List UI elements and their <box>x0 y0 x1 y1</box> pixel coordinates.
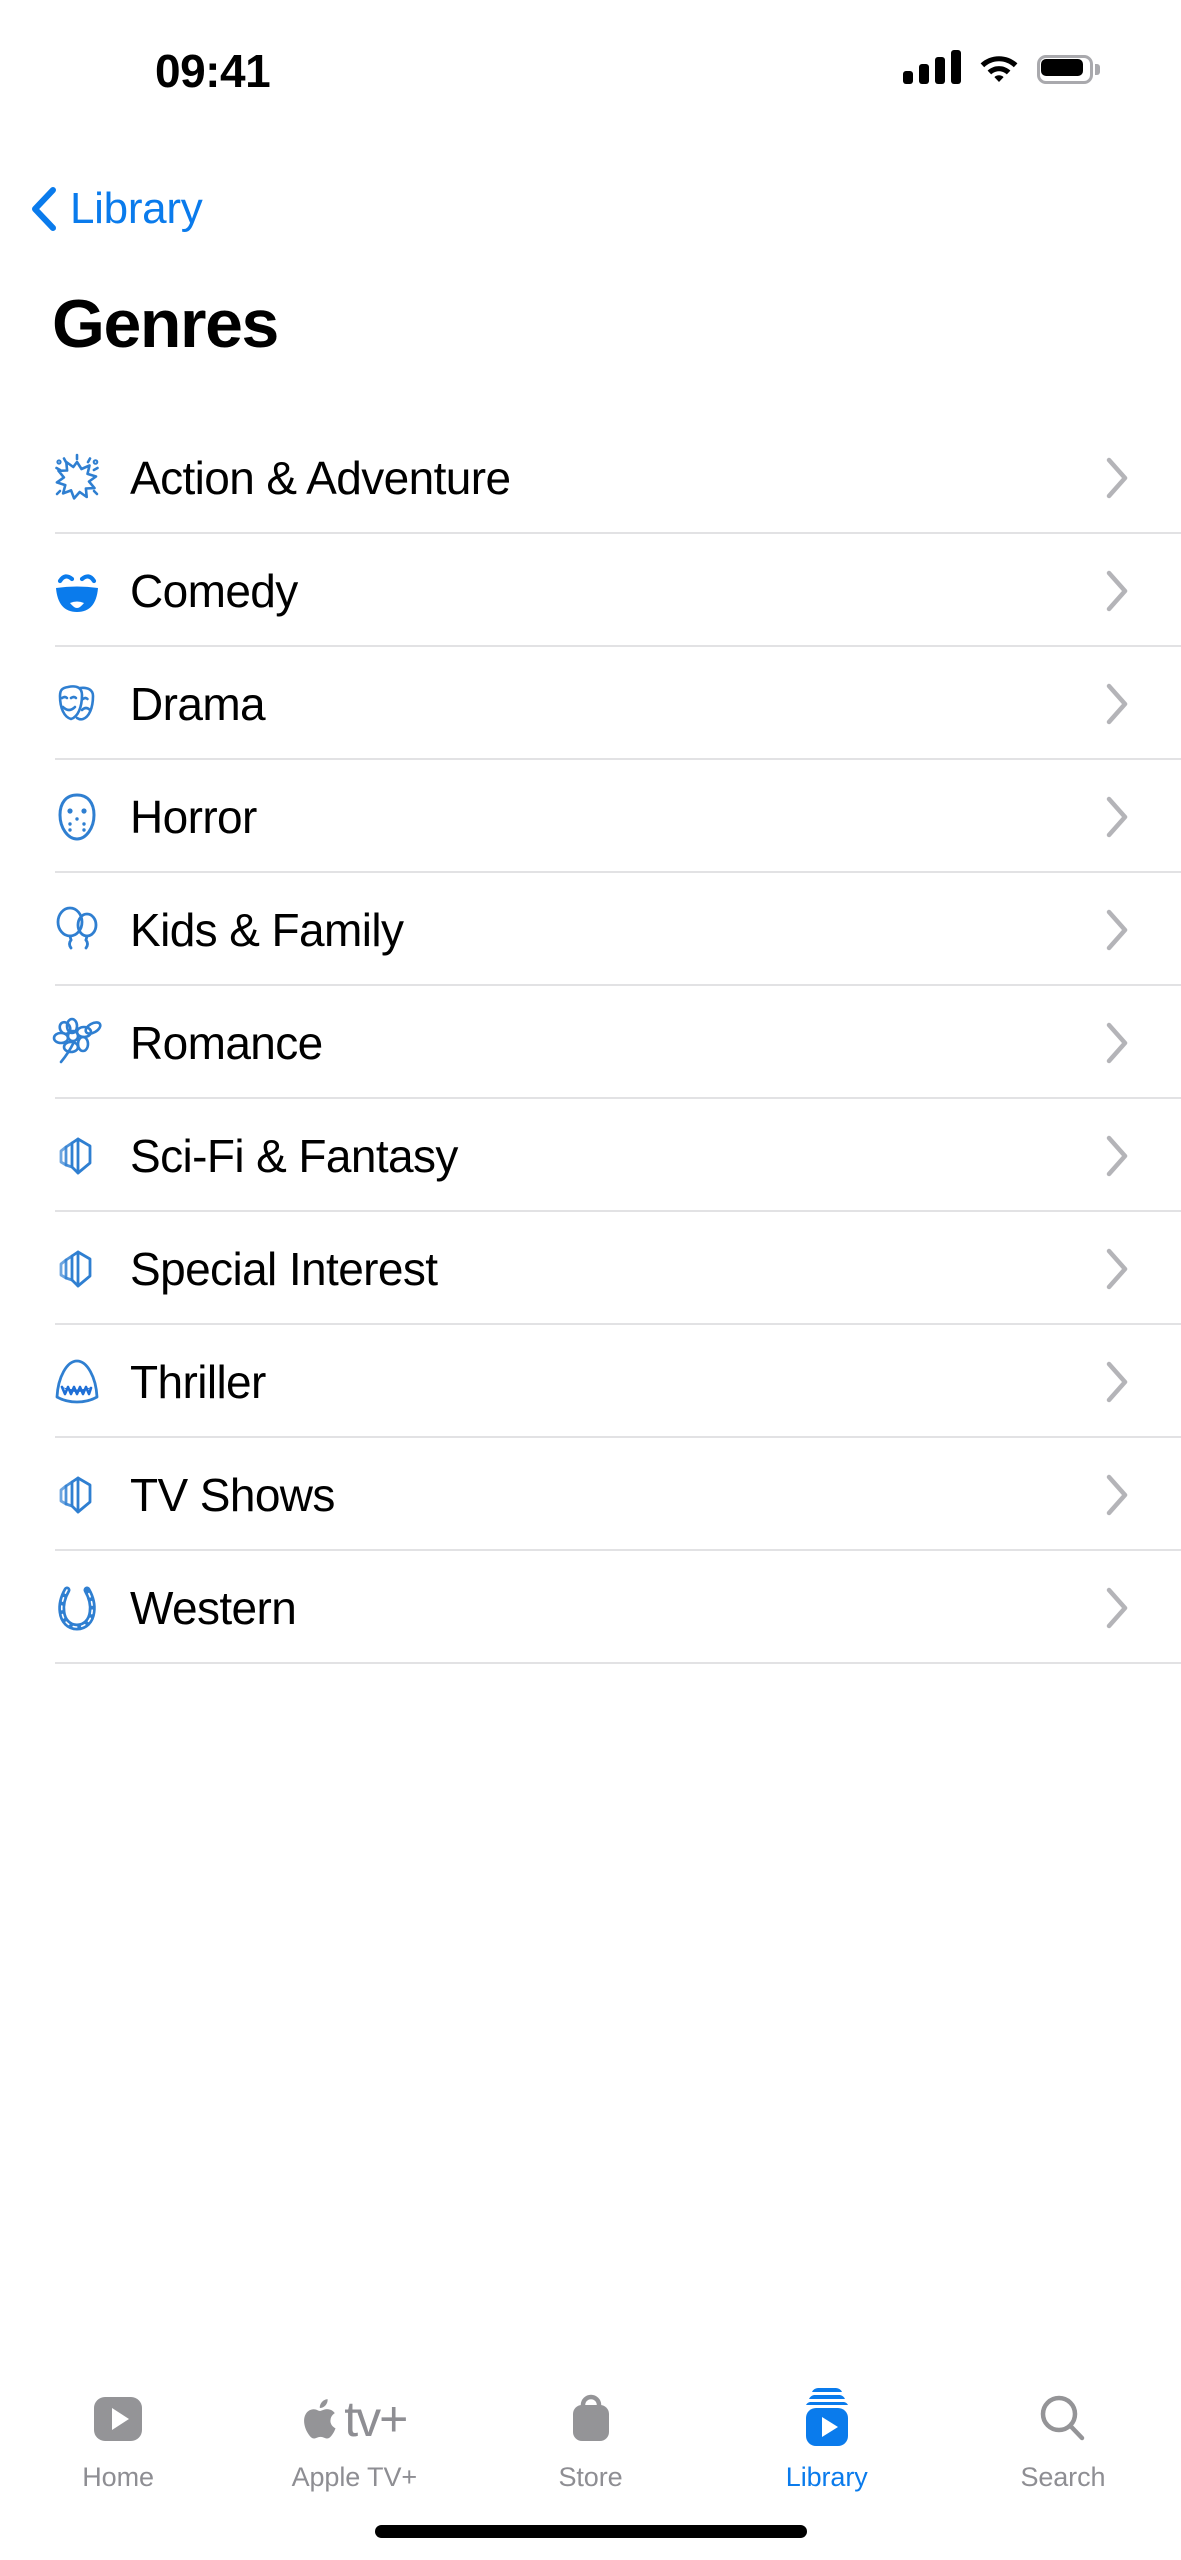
list-item[interactable]: Kids & Family <box>0 873 1181 986</box>
stacked-portal-icon <box>48 1466 106 1524</box>
list-item-label: Comedy <box>130 564 298 617</box>
status-indicators <box>903 50 1100 84</box>
smiling-face-icon <box>48 562 106 620</box>
library-stack-play-icon <box>709 2386 945 2452</box>
status-bar: 09:41 <box>0 0 1181 118</box>
list-item[interactable]: Western <box>0 1551 1181 1664</box>
list-item[interactable]: Action & Adventure <box>0 421 1181 534</box>
list-item-label: Sci-Fi & Fantasy <box>130 1129 458 1182</box>
genre-list: Action & Adventure Comedy Drama Horror K… <box>0 421 1181 1664</box>
chevron-right-icon <box>1106 1361 1128 1402</box>
list-item-label: Drama <box>130 677 266 730</box>
apple-tv-plus-wordmark: tv+ <box>344 2391 408 2447</box>
back-button[interactable]: Library <box>30 178 203 240</box>
home-indicator[interactable] <box>374 2525 807 2538</box>
tab-search[interactable]: Search <box>945 2386 1181 2493</box>
cellular-signal-icon <box>903 50 961 84</box>
chevron-right-icon <box>1106 909 1128 950</box>
list-item[interactable]: Drama <box>0 647 1181 760</box>
list-item-label: Thriller <box>130 1355 266 1408</box>
chevron-right-icon <box>1106 1248 1128 1289</box>
list-item[interactable]: Special Interest <box>0 1212 1181 1325</box>
tab-search-label: Search <box>1020 2462 1106 2492</box>
theater-masks-icon <box>48 675 106 733</box>
list-item-label: Kids & Family <box>130 903 404 956</box>
list-item[interactable]: Romance <box>0 986 1181 1099</box>
status-time: 09:41 <box>155 45 271 97</box>
tab-store-label: Store <box>558 2462 623 2492</box>
tab-home-label: Home <box>82 2462 154 2492</box>
play-rect-icon <box>0 2386 236 2452</box>
list-item-label: Action & Adventure <box>130 451 511 504</box>
list-item-label: Special Interest <box>130 1242 438 1295</box>
list-item[interactable]: Horror <box>0 760 1181 873</box>
list-item-label: TV Shows <box>130 1468 335 1521</box>
back-button-label: Library <box>70 184 203 233</box>
list-item[interactable]: Sci-Fi & Fantasy <box>0 1099 1181 1212</box>
chevron-right-icon <box>1106 570 1128 611</box>
chevron-right-icon <box>1106 683 1128 724</box>
chevron-left-icon <box>32 187 56 231</box>
list-item-label: Horror <box>130 790 257 843</box>
shark-icon <box>48 1353 106 1411</box>
shopping-bag-icon <box>472 2386 708 2452</box>
app-screen: 09:41 Library Genres Action & Adventure … <box>0 0 1181 2560</box>
tab-library[interactable]: Library <box>709 2386 945 2493</box>
flower-icon <box>48 1014 106 1072</box>
tab-apple-tv-plus[interactable]: tv+ Apple TV+ <box>236 2386 472 2493</box>
page-title: Genres <box>52 286 279 362</box>
stacked-portal-icon <box>48 1240 106 1298</box>
tab-apple-tv-plus-label: Apple TV+ <box>291 2462 418 2492</box>
hockey-mask-icon <box>48 788 106 846</box>
wifi-icon <box>980 56 1018 82</box>
list-item-label: Romance <box>130 1016 323 1069</box>
stacked-portal-icon <box>48 1127 106 1185</box>
tab-home[interactable]: Home <box>0 2386 236 2493</box>
chevron-right-icon <box>1106 1587 1128 1628</box>
tab-store[interactable]: Store <box>472 2386 708 2493</box>
chevron-right-icon <box>1106 1474 1128 1515</box>
battery-icon <box>1037 55 1100 84</box>
magnifier-icon <box>945 2386 1181 2452</box>
list-item[interactable]: Comedy <box>0 534 1181 647</box>
chevron-right-icon <box>1106 457 1128 498</box>
explosion-icon <box>48 449 106 507</box>
chevron-right-icon <box>1106 796 1128 837</box>
list-item-label: Western <box>130 1581 297 1634</box>
chevron-right-icon <box>1106 1022 1128 1063</box>
tab-library-label: Library <box>785 2462 868 2492</box>
chevron-right-icon <box>1106 1135 1128 1176</box>
list-item[interactable]: TV Shows <box>0 1438 1181 1551</box>
list-item[interactable]: Thriller <box>0 1325 1181 1438</box>
horseshoe-icon <box>48 1579 106 1637</box>
apple-tv-plus-icon: tv+ <box>236 2386 472 2452</box>
balloons-icon <box>48 901 106 959</box>
